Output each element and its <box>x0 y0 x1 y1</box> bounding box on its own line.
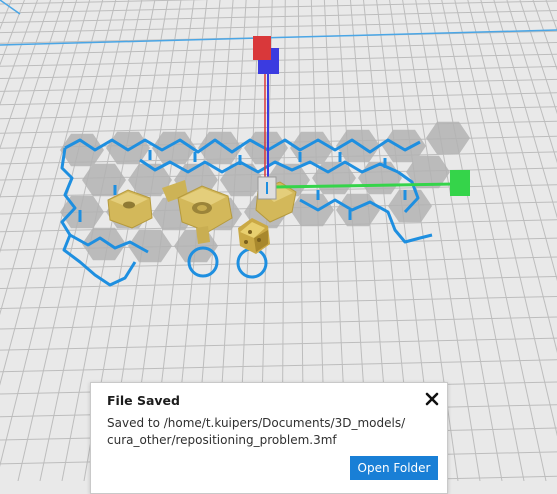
move-y-handle-icon[interactable] <box>253 36 271 60</box>
notification-title: File Saved <box>107 393 180 408</box>
notification-message: Saved to /home/t.kuipers/Documents/3D_mo… <box>107 416 406 447</box>
build-plate-viewport[interactable]: File Saved Saved to /home/t.kuipers/Docu… <box>0 0 557 494</box>
open-folder-button[interactable]: Open Folder <box>350 456 438 480</box>
close-icon[interactable] <box>424 391 440 407</box>
move-x-handle-icon[interactable] <box>450 170 470 196</box>
file-saved-notification: File Saved Saved to /home/t.kuipers/Docu… <box>90 382 448 494</box>
